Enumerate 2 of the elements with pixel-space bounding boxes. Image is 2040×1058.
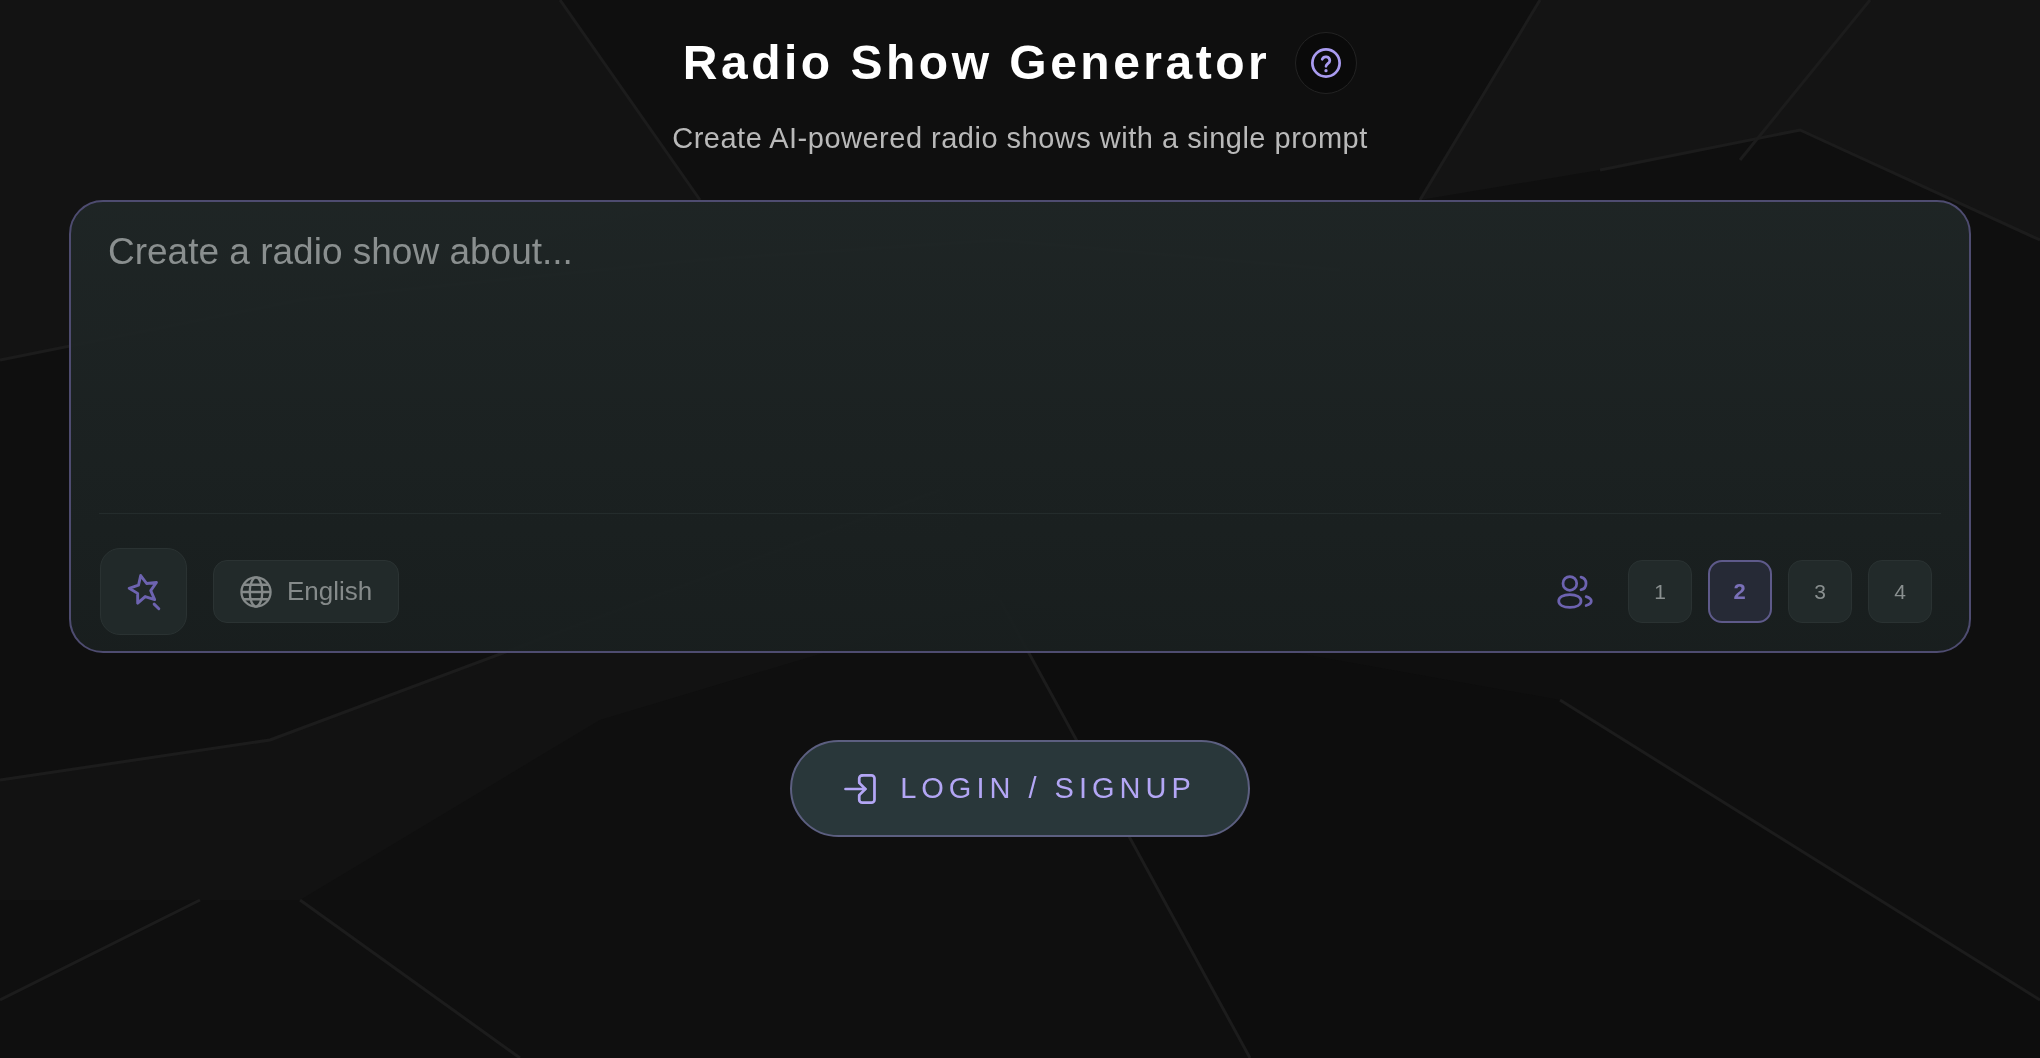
page-subtitle: Create AI-powered radio shows with a single prompt [671,121,1369,156]
page-title: Radio Show Generator [682,35,1271,91]
